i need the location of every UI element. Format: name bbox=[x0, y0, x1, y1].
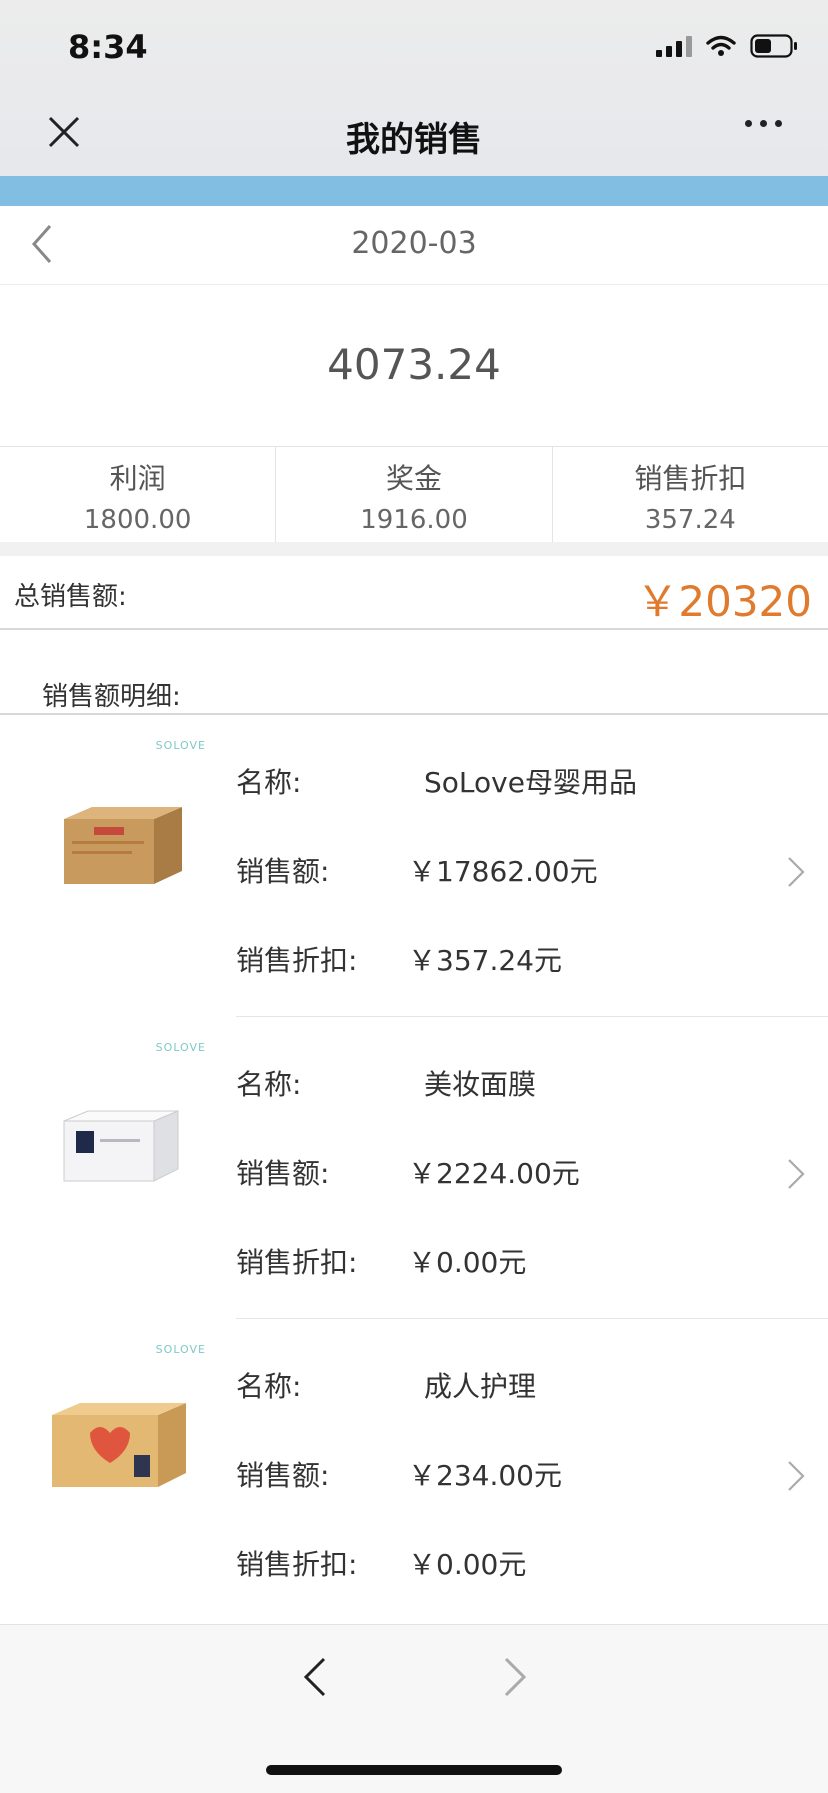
stat-discount: 销售折扣 357.24 bbox=[553, 447, 828, 543]
list-item[interactable]: SOLOVE 名称: 美妆面膜 销售额: ￥2224.00元 销售折扣: ￥0.… bbox=[0, 1017, 828, 1319]
stat-profit: 利润 1800.00 bbox=[0, 447, 277, 543]
battery-icon bbox=[750, 34, 798, 58]
discount-amount: ￥0.00元 bbox=[408, 1548, 527, 1581]
stat-value: 357.24 bbox=[644, 505, 736, 535]
app-header: 8:34 我的销售 bbox=[0, 0, 828, 176]
sales-label: 销售额: bbox=[236, 1157, 330, 1190]
sales-amount: ￥2224.00元 bbox=[408, 1157, 580, 1190]
forward-chevron-icon[interactable] bbox=[786, 1459, 806, 1493]
stat-value: 1916.00 bbox=[360, 505, 468, 535]
sales-amount: ￥234.00元 bbox=[408, 1459, 562, 1492]
section-gap bbox=[0, 542, 828, 556]
sales-label: 销售额: bbox=[236, 1459, 330, 1492]
status-time: 8:34 bbox=[68, 28, 148, 66]
total-sales-row: 总销售额: ￥20320 bbox=[0, 556, 828, 630]
page-title: 我的销售 bbox=[346, 120, 482, 160]
summary-amount: 4073.24 bbox=[327, 340, 501, 389]
stat-bonus: 奖金 1916.00 bbox=[276, 447, 553, 543]
month-selector: 2020-03 bbox=[0, 206, 828, 285]
stat-value: 1800.00 bbox=[83, 505, 192, 535]
stat-label: 销售折扣 bbox=[634, 462, 747, 495]
product-name: 美妆面膜 bbox=[424, 1068, 537, 1101]
month-label: 2020-03 bbox=[351, 226, 477, 261]
discount-amount: ￥0.00元 bbox=[408, 1246, 527, 1279]
product-image: SOLOVE bbox=[46, 1343, 206, 1523]
stat-label: 奖金 bbox=[385, 462, 442, 495]
product-name: 成人护理 bbox=[424, 1370, 537, 1403]
product-image: SOLOVE bbox=[46, 1041, 206, 1221]
sales-amount: ￥17862.00元 bbox=[408, 855, 598, 888]
name-label: 名称: bbox=[236, 766, 302, 799]
name-label: 名称: bbox=[236, 1370, 302, 1403]
brand-tag: SOLOVE bbox=[155, 739, 206, 752]
list-item[interactable]: SOLOVE 名称: SoLove母婴用品 销售额: ￥17862.00元 销售… bbox=[0, 715, 828, 1017]
product-image: SOLOVE bbox=[46, 739, 206, 919]
forward-chevron-icon[interactable] bbox=[786, 1157, 806, 1191]
discount-label: 销售折扣: bbox=[236, 1548, 358, 1581]
product-name: SoLove母婴用品 bbox=[424, 766, 637, 799]
stats-row: 利润 1800.00 奖金 1916.00 销售折扣 357.24 bbox=[0, 446, 828, 543]
name-label: 名称: bbox=[236, 1068, 302, 1101]
discount-amount: ￥357.24元 bbox=[408, 944, 562, 977]
total-sales-label: 总销售额: bbox=[14, 582, 127, 612]
discount-label: 销售折扣: bbox=[236, 944, 358, 977]
status-icons bbox=[656, 34, 798, 58]
more-icon[interactable] bbox=[745, 120, 782, 127]
sales-label: 销售额: bbox=[236, 855, 330, 888]
home-indicator[interactable] bbox=[266, 1765, 562, 1775]
brand-tag: SOLOVE bbox=[155, 1041, 206, 1054]
list-item[interactable]: SOLOVE 名称: 成人护理 销售额: ￥234.00元 销售折扣: ￥0.0… bbox=[0, 1319, 828, 1621]
wifi-icon bbox=[706, 35, 736, 57]
detail-title: 销售额明细: bbox=[42, 682, 181, 712]
discount-label: 销售折扣: bbox=[236, 1246, 358, 1279]
signal-icon bbox=[656, 35, 692, 57]
header-band bbox=[0, 176, 828, 206]
bottom-navigation bbox=[0, 1624, 828, 1793]
brand-tag: SOLOVE bbox=[155, 1343, 206, 1356]
total-sales-amount: ￥20320 bbox=[636, 577, 812, 626]
back-chevron-icon[interactable] bbox=[300, 1655, 330, 1699]
stat-label: 利润 bbox=[109, 462, 166, 495]
forward-chevron-icon[interactable] bbox=[786, 855, 806, 889]
forward-chevron-icon[interactable] bbox=[500, 1655, 530, 1699]
